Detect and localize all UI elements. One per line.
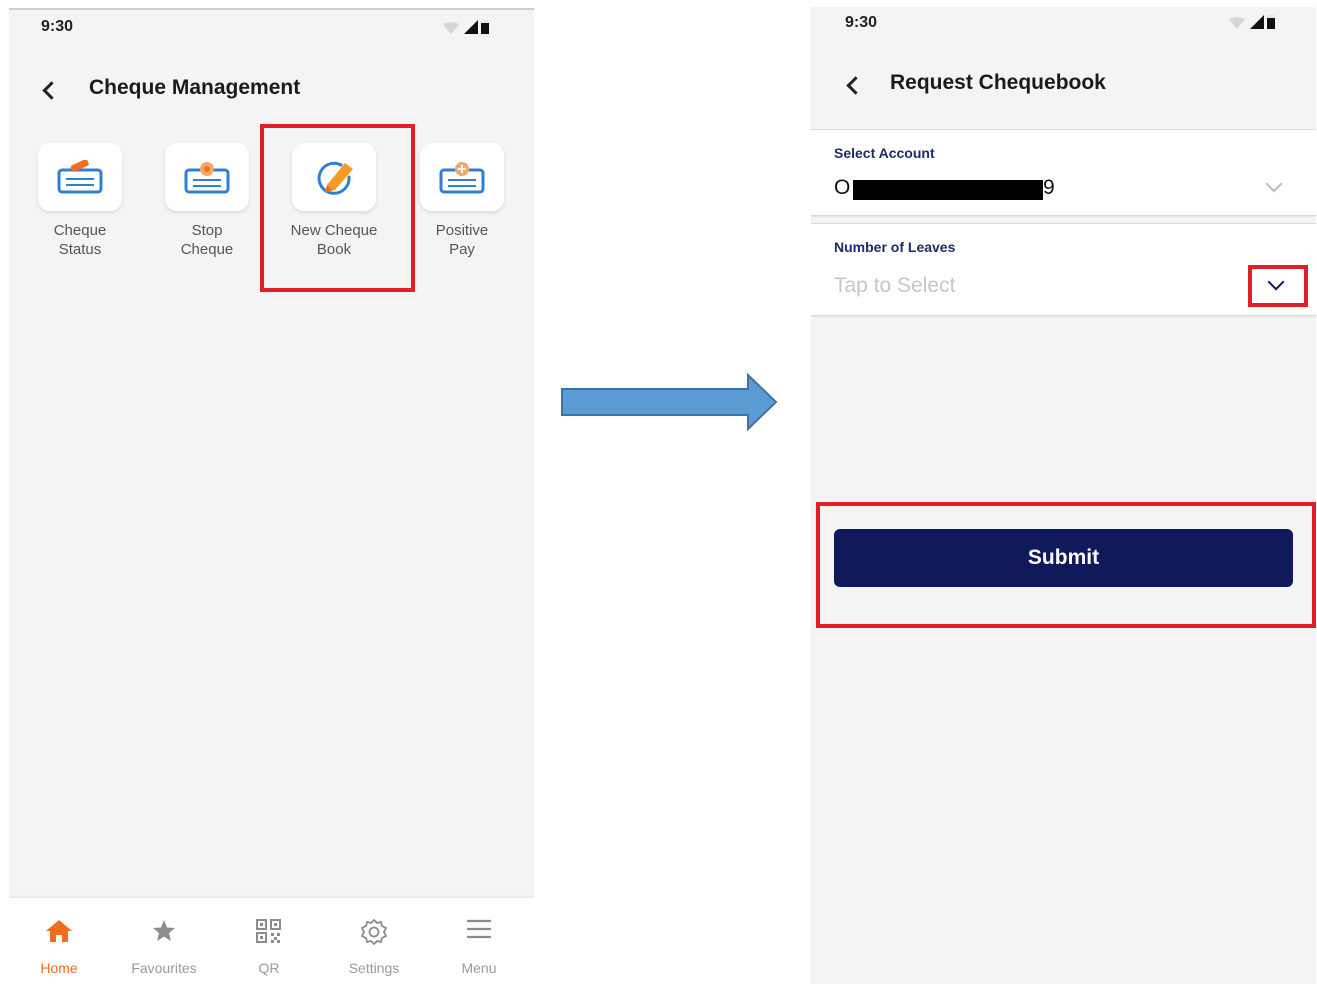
cheque-edit-icon bbox=[57, 160, 103, 194]
battery-icon bbox=[481, 20, 489, 34]
nav-favourites[interactable]: Favourites bbox=[114, 898, 214, 986]
nav-settings[interactable]: Settings bbox=[324, 898, 424, 986]
bottom-nav: Home Favourites QR Settings Menu bbox=[9, 898, 534, 986]
wifi-icon bbox=[1227, 17, 1247, 29]
gear-icon bbox=[360, 918, 388, 946]
cheque-management-screen: 9:30 Cheque Management Cheque Status Sto… bbox=[9, 8, 534, 986]
tile-stop-cheque[interactable]: Stop Cheque bbox=[147, 143, 267, 259]
battery-icon bbox=[1267, 15, 1275, 29]
tile-card[interactable] bbox=[165, 143, 249, 211]
cheque-stop-icon bbox=[184, 162, 230, 194]
star-icon bbox=[153, 920, 175, 941]
select-account-label: Select Account bbox=[834, 145, 935, 161]
signal-icon bbox=[464, 20, 478, 34]
wifi-icon bbox=[441, 22, 461, 34]
number-of-leaves-dropdown[interactable]: Number of Leaves Tap to Select bbox=[811, 223, 1316, 316]
home-icon bbox=[46, 920, 72, 942]
tile-label: Positive Pay bbox=[435, 222, 489, 258]
nav-menu[interactable]: Menu bbox=[429, 898, 529, 986]
chevron-down-icon[interactable] bbox=[1265, 175, 1283, 193]
tile-positive-pay[interactable]: Positive Pay bbox=[402, 143, 522, 259]
page-title: Request Chequebook bbox=[890, 71, 1106, 94]
number-of-leaves-label: Number of Leaves bbox=[834, 239, 956, 255]
redacted-account-number bbox=[853, 180, 1043, 200]
qr-icon bbox=[256, 919, 281, 943]
tile-label: Stop Cheque bbox=[180, 222, 234, 258]
tile-card[interactable] bbox=[420, 143, 504, 211]
number-of-leaves-placeholder: Tap to Select bbox=[834, 274, 956, 297]
highlight-submit bbox=[816, 502, 1316, 628]
account-value-prefix: O bbox=[834, 176, 851, 199]
cheque-positive-icon bbox=[439, 162, 485, 194]
back-chevron-icon[interactable] bbox=[42, 81, 61, 100]
signal-icon bbox=[1250, 15, 1264, 29]
account-value-suffix: 9 bbox=[1043, 176, 1055, 199]
page-title: Cheque Management bbox=[89, 76, 301, 99]
highlight-leaves-dropdown bbox=[1248, 265, 1308, 307]
status-time: 9:30 bbox=[41, 18, 74, 35]
tile-cheque-status[interactable]: Cheque Status bbox=[20, 143, 140, 259]
highlight-new-cheque-book bbox=[260, 124, 415, 292]
menu-icon bbox=[467, 919, 491, 939]
select-account-dropdown[interactable]: Select Account O 9 bbox=[811, 129, 1316, 216]
status-icons bbox=[1227, 15, 1275, 29]
request-chequebook-screen: 9:30 Request Chequebook Select Account O… bbox=[811, 7, 1316, 984]
nav-home[interactable]: Home bbox=[9, 898, 109, 986]
tile-label: Cheque Status bbox=[53, 222, 107, 258]
nav-qr[interactable]: QR bbox=[219, 898, 319, 986]
tile-card[interactable] bbox=[38, 143, 122, 211]
status-time: 9:30 bbox=[845, 14, 878, 31]
status-icons bbox=[441, 20, 489, 34]
back-chevron-icon[interactable] bbox=[846, 76, 865, 95]
flow-arrow-icon bbox=[561, 372, 778, 432]
